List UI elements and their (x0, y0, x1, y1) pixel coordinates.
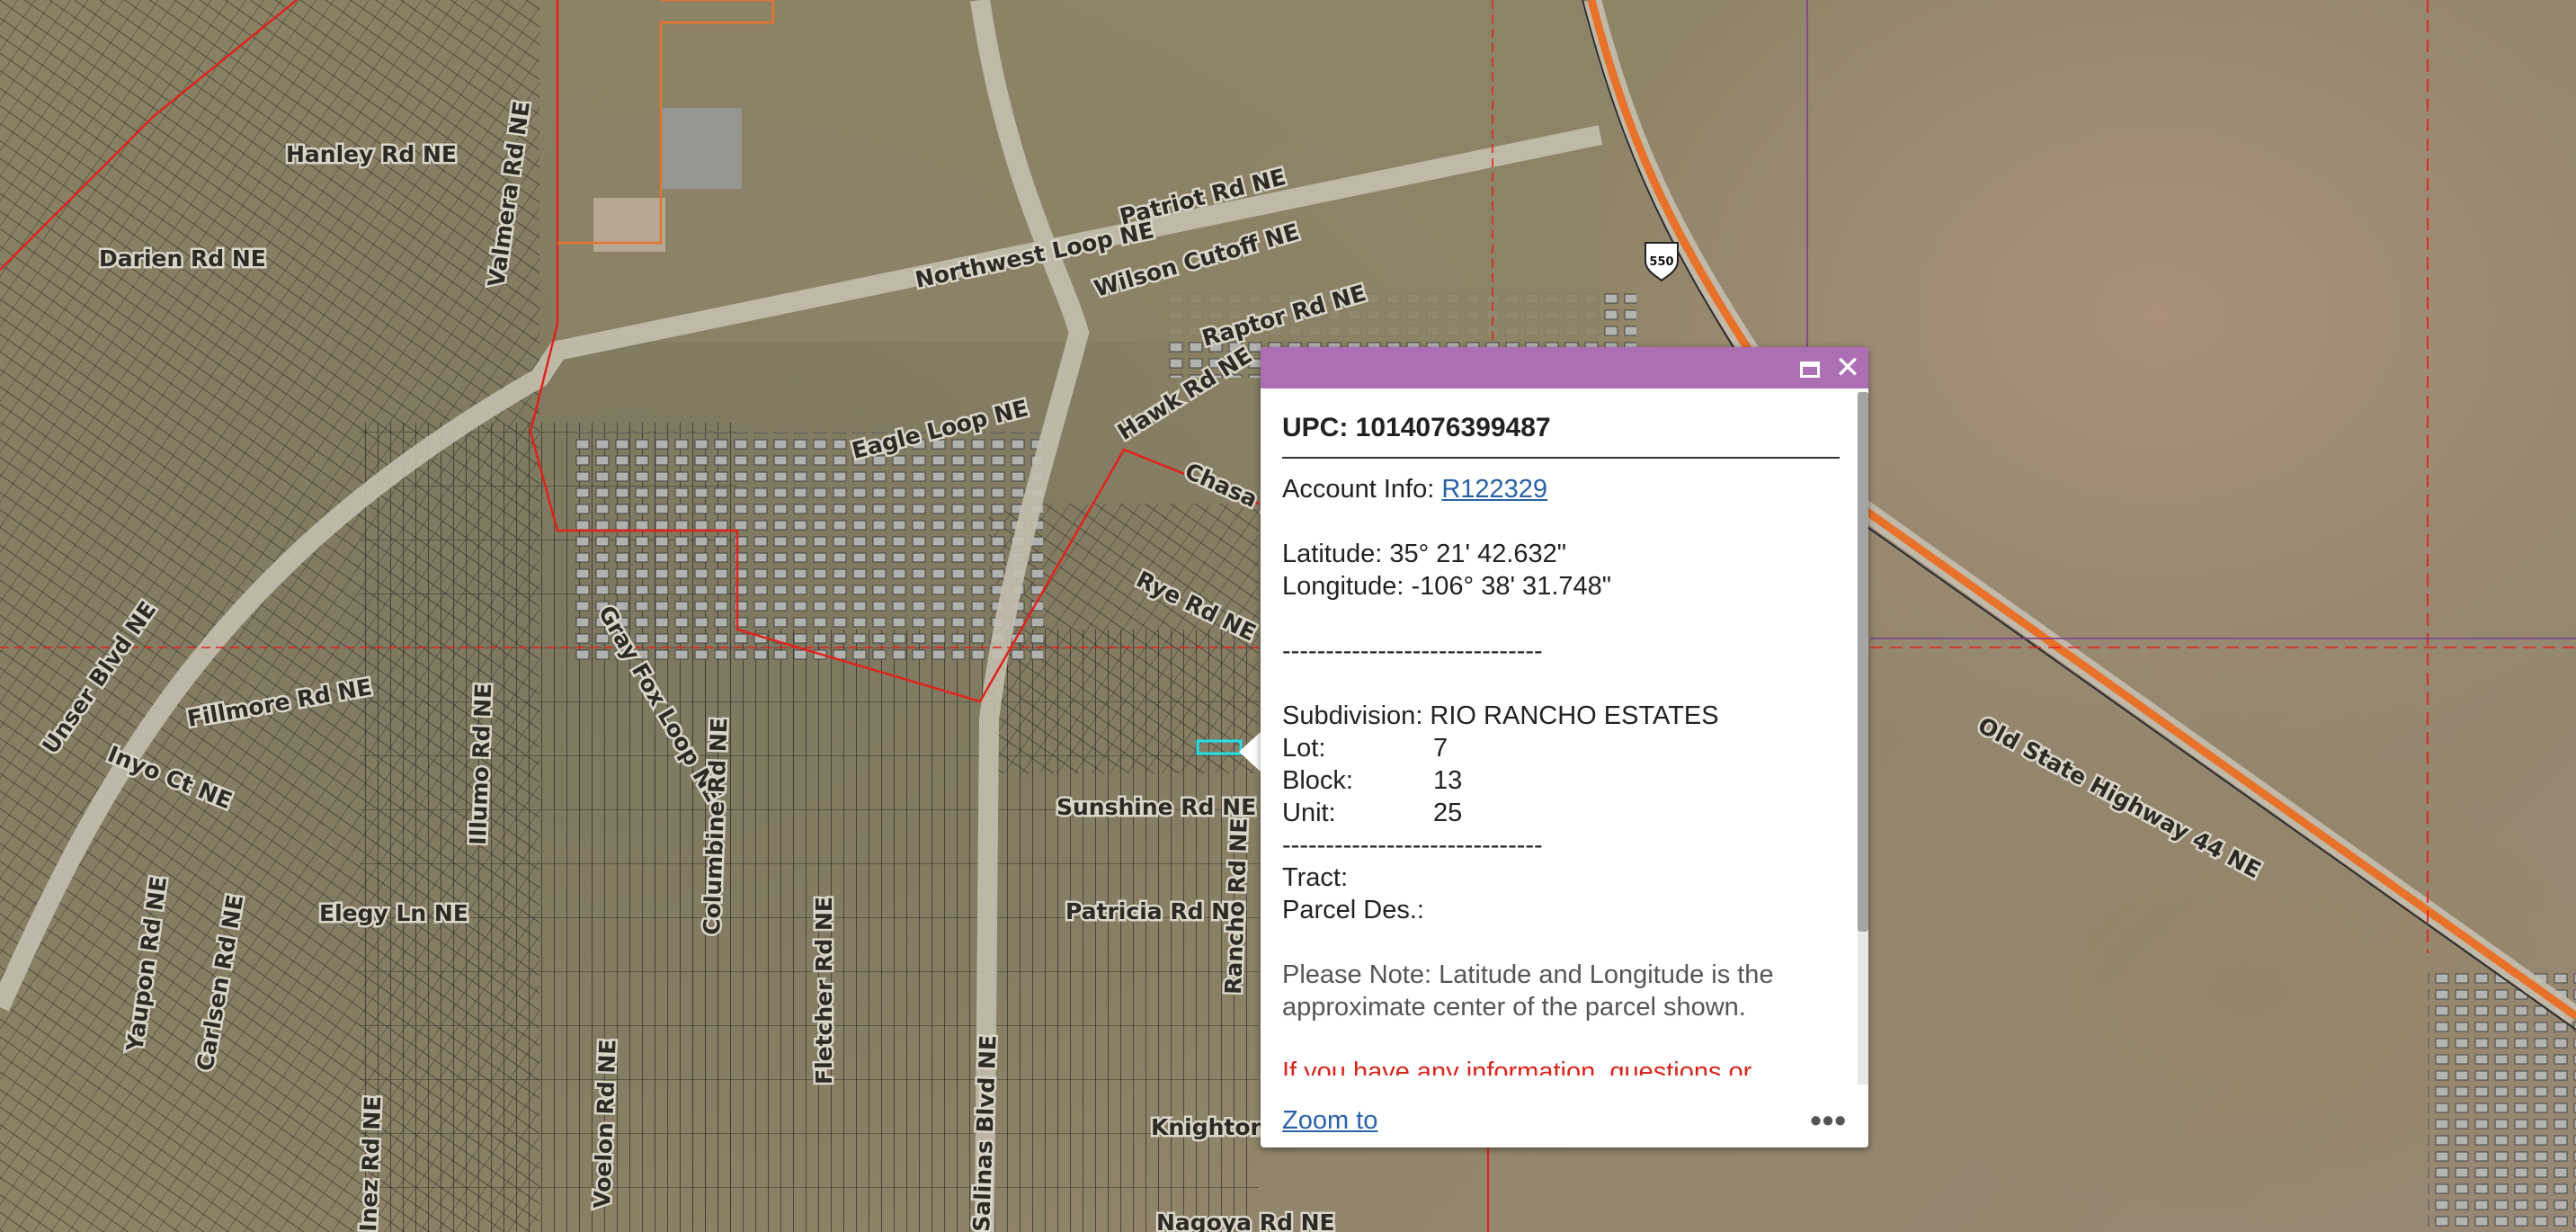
close-icon: ✕ (1834, 351, 1861, 385)
latitude-text: Latitude: 35° 21' 42.632" (1282, 540, 1567, 568)
road-label: Sunshine Rd NE (1056, 794, 1256, 820)
close-button[interactable]: ✕ (1832, 353, 1863, 383)
lot-row: Lot: 7 (1282, 732, 1840, 764)
longitude-text: Longitude: -106° 38' 31.748" (1282, 572, 1612, 601)
contact-warning: If you have any information, questions o… (1282, 1058, 1752, 1076)
block-label: Block: (1282, 766, 1353, 795)
account-info-label: Account Info: (1282, 475, 1435, 504)
title-divider (1282, 457, 1840, 459)
maximize-button[interactable] (1795, 353, 1825, 383)
popup-footer: Zoom to ••• (1282, 1101, 1847, 1140)
dashes-separator: ------------------------------ (1282, 831, 1543, 860)
tract-text: Tract: (1282, 863, 1349, 892)
road-label: Fletcher Rd NE (811, 897, 837, 1085)
block-value: 13 (1433, 766, 1463, 795)
account-link[interactable]: R122329 (1441, 475, 1547, 504)
maximize-icon (1800, 362, 1820, 378)
road-label: Elegy Ln NE (319, 900, 468, 926)
road-label: Hanley Rd NE (286, 141, 457, 167)
lot-label: Lot: (1282, 734, 1326, 763)
road-label: Old State Highway 44 NE (1974, 712, 2265, 884)
popup-scrollbar[interactable] (1858, 392, 1868, 1085)
zoom-to-link[interactable]: Zoom to (1282, 1106, 1377, 1136)
road-label: Inez Rd NE (355, 1095, 386, 1232)
subdivision-text: Subdivision: RIO RANCHO ESTATES (1282, 701, 1719, 730)
parcel-des-text: Parcel Des.: (1282, 896, 1424, 924)
dashes-separator: ------------------------------ (1282, 637, 1543, 665)
block-row: Block: 13 (1282, 764, 1840, 797)
road-label: Darien Rd NE (99, 246, 266, 272)
road-label: Nagoya Rd NE (1156, 1210, 1335, 1232)
lot-value: 7 (1433, 734, 1448, 763)
route-shield-number: 550 (1649, 255, 1673, 269)
unit-value: 25 (1433, 799, 1463, 827)
unit-label: Unit: (1282, 799, 1336, 827)
scrollbar-thumb[interactable] (1858, 392, 1868, 932)
parcel-popup: ✕ UPC: 1014076399487 Account Info: R1223… (1261, 347, 1868, 1147)
popup-header: ✕ (1261, 347, 1868, 388)
unit-row: Unit: 25 (1282, 797, 1840, 829)
upc-title: UPC: 1014076399487 (1282, 413, 1551, 442)
route-shield-icon: 550 (1645, 242, 1679, 282)
more-actions-button[interactable]: ••• (1810, 1102, 1847, 1139)
popup-body: UPC: 1014076399487 Account Info: R122329… (1282, 412, 1840, 1076)
road-label: Patricia Rd NE (1065, 898, 1245, 924)
popup-pointer (1239, 730, 1262, 773)
coordinates-note: Please Note: Latitude and Longitude is t… (1282, 960, 1774, 1022)
account-info-row: Account Info: R122329 (1282, 473, 1840, 505)
